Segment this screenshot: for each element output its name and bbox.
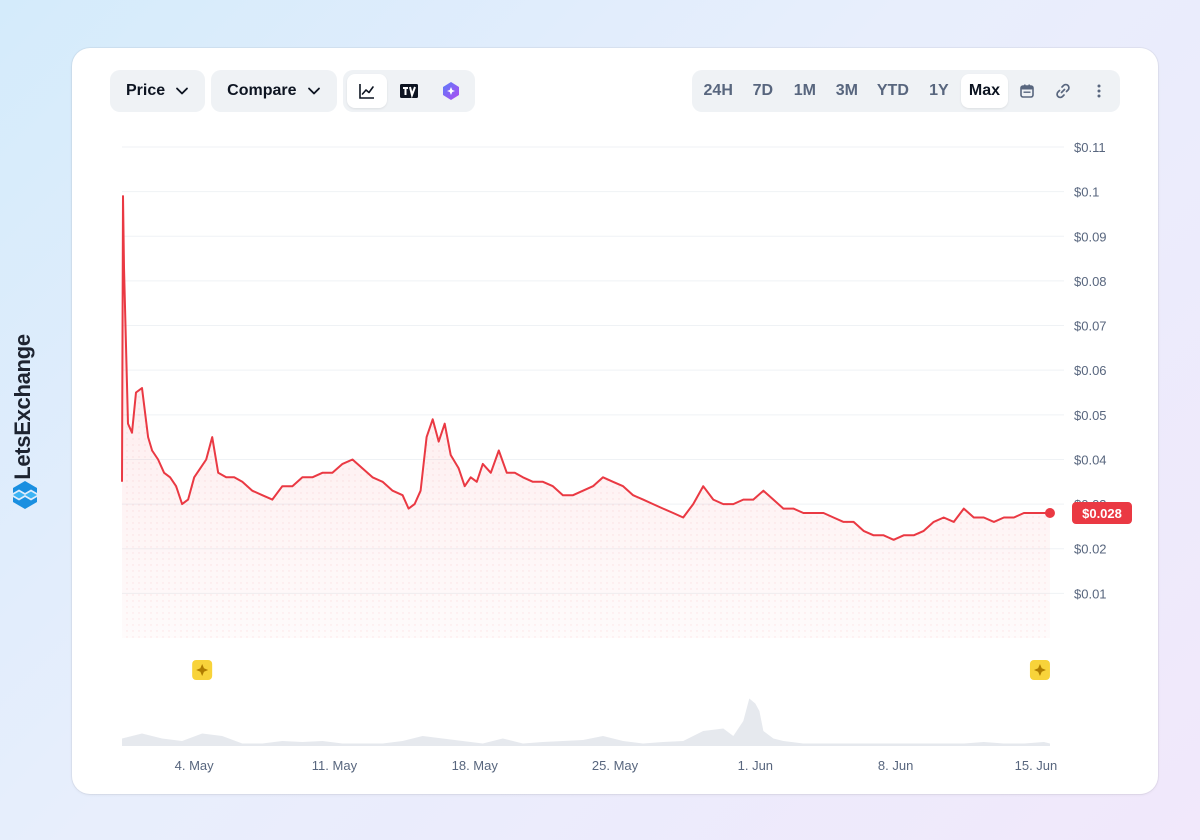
volume-shape [122, 698, 1050, 746]
brand: LetsExchange [8, 320, 42, 520]
y-tick-label: $0.11 [1074, 140, 1106, 155]
x-tick-label: 8. Jun [878, 758, 913, 773]
y-tick-label: $0.04 [1074, 452, 1107, 467]
chart-card: Price Compare 24H 7D 1M 3M YTD 1Y Max $0… [72, 48, 1158, 794]
y-tick-label: $0.08 [1074, 274, 1107, 289]
y-tick-label: $0.09 [1074, 229, 1107, 244]
y-axis: $0.11 $0.1 $0.09 $0.08 $0.07 $0.06 $0.05 $0.04 $… [1074, 140, 1107, 601]
current-price-dot [1044, 508, 1055, 519]
y-tick-label: $0.05 [1074, 408, 1107, 423]
x-axis: 4. May 11. May 18. May 25. May 1. Jun 8. Jun 1… [175, 758, 1058, 773]
x-tick-label: 4. May [175, 758, 215, 773]
letsexchange-logo-icon [13, 481, 37, 509]
x-tick-label: 15. Jun [1015, 758, 1058, 773]
x-tick-label: 11. May [312, 758, 358, 773]
price-area-dots [122, 196, 1050, 638]
volume-area [122, 698, 1050, 746]
y-tick-label: $0.07 [1074, 319, 1107, 334]
y-tick-label: $0.1 [1074, 185, 1099, 200]
current-price-label: $0.028 [1082, 506, 1122, 521]
brand-name: LetsExchange [10, 334, 35, 480]
y-tick-label: $0.02 [1074, 542, 1107, 557]
x-tick-label: 1. Jun [738, 758, 773, 773]
event-marker-icon[interactable] [1029, 660, 1050, 680]
x-tick-label: 25. May [592, 758, 639, 773]
current-price-tag: $0.028 [1044, 502, 1132, 525]
price-chart[interactable]: $0.11 $0.1 $0.09 $0.08 $0.07 $0.06 $0.05 $0.04 $… [72, 48, 1158, 794]
x-tick-label: 18. May [452, 758, 499, 773]
event-markers [192, 660, 1050, 680]
price-line [121, 195, 1050, 541]
y-tick-label: $0.06 [1074, 363, 1107, 378]
y-tick-label: $0.01 [1074, 586, 1107, 601]
event-marker-icon[interactable] [192, 660, 213, 680]
price-series-line[interactable] [121, 195, 1050, 541]
price-area [122, 196, 1050, 638]
